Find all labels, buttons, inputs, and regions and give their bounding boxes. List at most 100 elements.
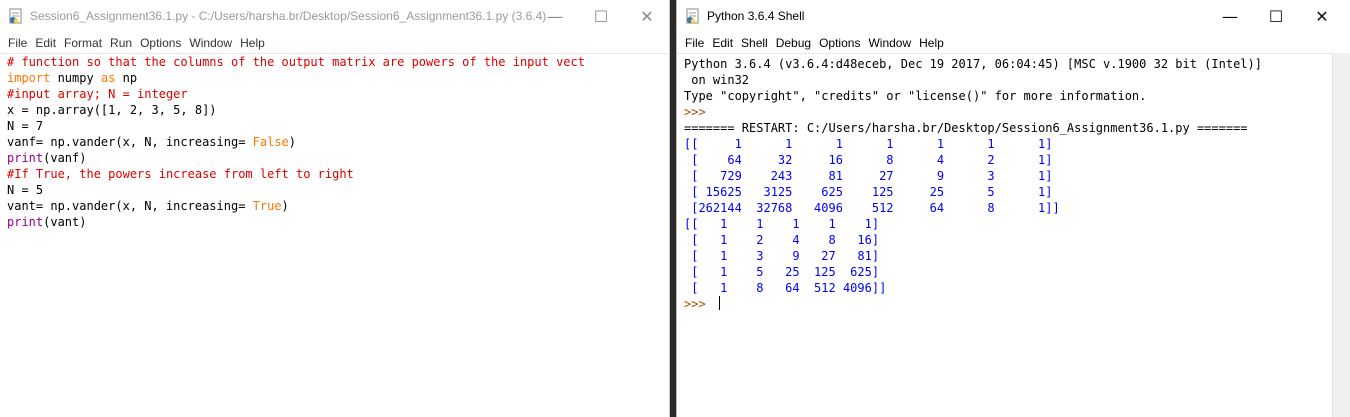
code-token: [[ 1 1 1 1 1 1 1] xyxy=(684,137,1053,151)
menu-shell[interactable]: Shell xyxy=(741,36,776,50)
code-token: ) xyxy=(288,135,296,149)
code-token: Python 3.6.4 (v3.6.4:d48eceb, Dec 19 201… xyxy=(684,57,1262,71)
code-line: #If True, the powers increase from left … xyxy=(7,166,669,182)
code-token: vant= np.vander(x, N, increasing= xyxy=(7,199,253,213)
text-cursor xyxy=(718,296,720,310)
code-token: print xyxy=(7,215,44,229)
menu-debug[interactable]: Debug xyxy=(776,36,819,50)
maximize-icon: ☐ xyxy=(1268,7,1284,26)
code-line: >>> xyxy=(684,296,1350,312)
code-token: ======= RESTART: C:/Users/harsha.br/Desk… xyxy=(684,121,1248,135)
code-token: (vanf) xyxy=(43,151,87,165)
code-line: x = np.array([1, 2, 3, 5, 8]) xyxy=(7,102,669,118)
shell-output-area[interactable]: Python 3.6.4 (v3.6.4:d48eceb, Dec 19 201… xyxy=(677,54,1350,312)
code-line: on win32 xyxy=(684,72,1350,88)
code-token: [ 15625 3125 625 125 25 5 1] xyxy=(684,185,1053,199)
minimize-button[interactable]: — xyxy=(1207,0,1253,33)
code-token: [262144 32768 4096 512 64 8 1]] xyxy=(684,201,1060,215)
close-icon: ✕ xyxy=(1315,7,1329,26)
code-token: vanf= np.vander(x, N, increasing= xyxy=(7,135,253,149)
shell-menubar: File Edit Shell Debug Options Window Hel… xyxy=(677,33,1350,54)
code-line: Type "copyright", "credits" or "license(… xyxy=(684,88,1350,104)
code-line: vanf= np.vander(x, N, increasing= False) xyxy=(7,134,669,150)
editor-window: Session6_Assignment36.1.py - C:/Users/ha… xyxy=(0,0,670,417)
code-line: print(vanf) xyxy=(7,150,669,166)
menu-help[interactable]: Help xyxy=(919,36,952,50)
code-token: [ 1 2 4 8 16] xyxy=(684,233,880,247)
menu-edit[interactable]: Edit xyxy=(712,36,741,50)
code-line: [[ 1 1 1 1 1] xyxy=(684,216,1350,232)
code-token: [ 1 5 25 125 625] xyxy=(684,265,880,279)
code-line: #input array; N = integer xyxy=(7,86,669,102)
code-line: [ 64 32 16 8 4 2 1] xyxy=(684,152,1350,168)
code-line: [ 1 8 64 512 4096]] xyxy=(684,280,1350,296)
code-token: Type "copyright", "credits" or "license(… xyxy=(684,89,1147,103)
maximize-button[interactable]: ☐ xyxy=(1253,0,1299,33)
code-editor-text-area[interactable]: # function so that the columns of the ou… xyxy=(0,54,669,230)
menu-edit[interactable]: Edit xyxy=(35,36,64,50)
code-token: [ 1 8 64 512 4096]] xyxy=(684,281,887,295)
shell-window: Python 3.6.4 Shell — ☐ ✕ File Edit Shell… xyxy=(676,0,1350,417)
code-token: True xyxy=(252,199,282,213)
code-line: # function so that the columns of the ou… xyxy=(7,54,669,70)
code-token: [ 729 243 81 27 9 3 1] xyxy=(684,169,1053,183)
menu-run[interactable]: Run xyxy=(110,36,140,50)
code-token: x = np.array([1, 2, 3, 5, 8]) xyxy=(7,103,217,117)
code-token: [[ 1 1 1 1 1] xyxy=(684,217,880,231)
code-token: (vant) xyxy=(43,215,87,229)
vertical-scrollbar[interactable] xyxy=(1332,53,1350,417)
code-token: N = 7 xyxy=(7,119,44,133)
code-line: [ 1 2 4 8 16] xyxy=(684,232,1350,248)
code-token: [ 1 3 9 27 81] xyxy=(684,249,880,263)
code-token: print xyxy=(7,151,44,165)
shell-titlebar[interactable]: Python 3.6.4 Shell — ☐ ✕ xyxy=(677,0,1350,33)
code-token: as xyxy=(100,71,116,85)
code-token: >>> xyxy=(684,105,713,119)
menu-options[interactable]: Options xyxy=(140,36,189,50)
editor-titlebar[interactable]: Session6_Assignment36.1.py - C:/Users/ha… xyxy=(0,0,669,33)
code-line: [ 729 243 81 27 9 3 1] xyxy=(684,168,1350,184)
code-line: [ 15625 3125 625 125 25 5 1] xyxy=(684,184,1350,200)
python-shell-icon xyxy=(686,8,699,24)
menu-format[interactable]: Format xyxy=(64,36,110,50)
code-token: [ 64 32 16 8 4 2 1] xyxy=(684,153,1053,167)
code-line: [ 1 5 25 125 625] xyxy=(684,264,1350,280)
menu-file[interactable]: File xyxy=(0,36,35,50)
code-token: ) xyxy=(281,199,289,213)
close-icon: ✕ xyxy=(640,7,654,26)
code-token: numpy xyxy=(50,71,101,85)
code-token: import xyxy=(7,71,51,85)
code-line: N = 7 xyxy=(7,118,669,134)
code-line: [ 1 3 9 27 81] xyxy=(684,248,1350,264)
close-button[interactable]: ✕ xyxy=(1299,0,1345,33)
menu-file[interactable]: File xyxy=(677,36,712,50)
code-line: import numpy as np xyxy=(7,70,669,86)
editor-menubar: File Edit Format Run Options Window Help xyxy=(0,33,669,54)
menu-window[interactable]: Window xyxy=(868,36,919,50)
minimize-button[interactable]: — xyxy=(532,0,578,33)
close-button[interactable]: ✕ xyxy=(624,0,669,33)
code-line: ======= RESTART: C:/Users/harsha.br/Desk… xyxy=(684,120,1350,136)
menu-help[interactable]: Help xyxy=(240,36,273,50)
menu-options[interactable]: Options xyxy=(819,36,868,50)
code-token: #input array; N = integer xyxy=(7,87,188,101)
minimize-icon: — xyxy=(1222,7,1238,26)
code-line: print(vant) xyxy=(7,214,669,230)
code-token: False xyxy=(252,135,289,149)
code-line: [262144 32768 4096 512 64 8 1]] xyxy=(684,200,1350,216)
code-line: Python 3.6.4 (v3.6.4:d48eceb, Dec 19 201… xyxy=(684,56,1350,72)
code-line: [[ 1 1 1 1 1 1 1] xyxy=(684,136,1350,152)
code-token: np xyxy=(115,71,138,85)
code-token: >>> xyxy=(684,297,713,311)
shell-window-title: Python 3.6.4 Shell xyxy=(707,9,805,23)
code-token: N = 5 xyxy=(7,183,44,197)
maximize-button[interactable]: ☐ xyxy=(578,0,624,33)
code-line: N = 5 xyxy=(7,182,669,198)
code-line: >>> xyxy=(684,104,1350,120)
code-token: # function so that the columns of the ou… xyxy=(7,55,585,69)
minimize-icon: — xyxy=(547,7,563,26)
menu-window[interactable]: Window xyxy=(189,36,240,50)
code-token: #If True, the powers increase from left … xyxy=(7,167,354,181)
code-line: vant= np.vander(x, N, increasing= True) xyxy=(7,198,669,214)
maximize-icon: ☐ xyxy=(593,7,609,26)
